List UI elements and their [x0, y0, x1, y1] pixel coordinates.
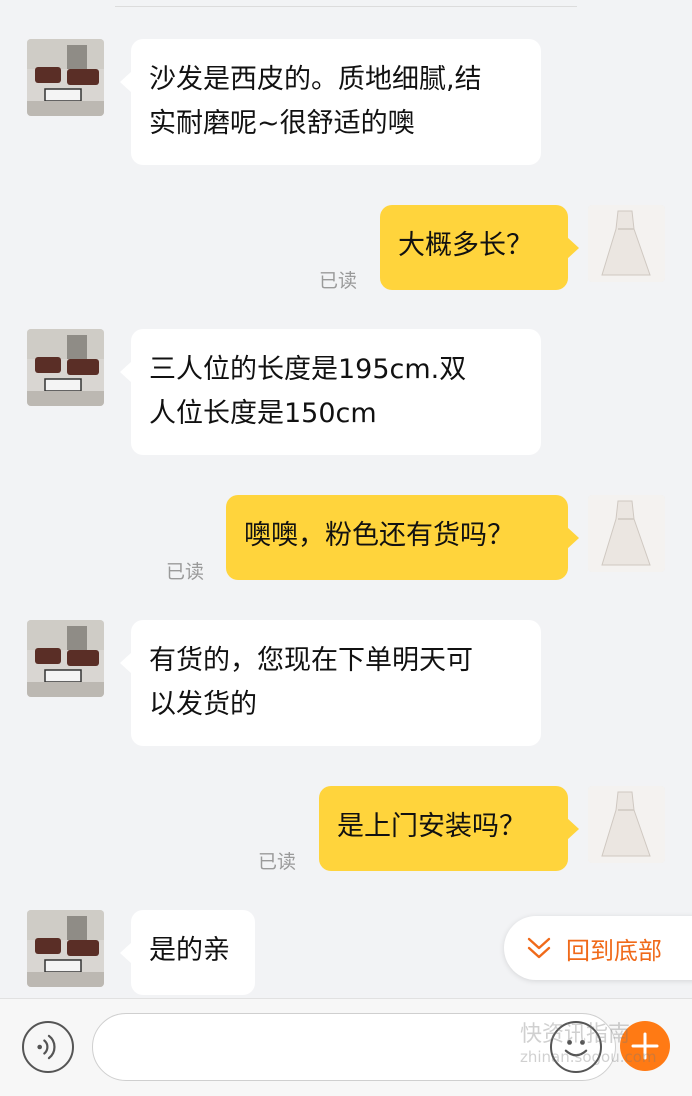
sofa-icon	[27, 910, 104, 987]
seller-avatar[interactable]	[27, 39, 104, 116]
seller-avatar[interactable]	[27, 620, 104, 697]
message-text: 沙发是西皮的。质地细腻,结	[149, 64, 482, 95]
message-bubble-seller: 有货的，您现在下单明天可 以发货的	[120, 620, 541, 746]
emoji-icon	[564, 1039, 588, 1057]
message-bubble-seller: 沙发是西皮的。质地细腻,结 实耐磨呢~很舒适的噢	[120, 39, 541, 165]
message-text: 是上门安装吗？	[337, 811, 526, 842]
message-text: 三人位的长度是195cm.双	[149, 354, 467, 385]
message-text: 人位长度是150cm	[149, 398, 377, 429]
message-bubble-user: 是上门安装吗？	[319, 786, 579, 871]
sofa-icon	[27, 620, 104, 697]
dress-icon	[588, 205, 665, 282]
message-bubble-seller: 三人位的长度是195cm.双 人位长度是150cm	[120, 329, 541, 455]
message-text: 大概多长？	[398, 230, 533, 261]
seller-avatar[interactable]	[27, 910, 104, 987]
message-bubble-user: 噢噢，粉色还有货吗？	[226, 495, 579, 580]
dress-icon	[588, 495, 665, 572]
message-input[interactable]	[92, 1013, 616, 1081]
voice-icon	[37, 1034, 56, 1060]
divider	[115, 6, 577, 7]
input-bar	[0, 998, 692, 1096]
message-bubble-seller: 是的亲	[120, 910, 255, 995]
sofa-icon	[27, 39, 104, 116]
seller-avatar[interactable]	[27, 329, 104, 406]
emoji-button[interactable]	[550, 1021, 602, 1073]
dress-icon	[588, 786, 665, 863]
message-text: 噢噢，粉色还有货吗？	[244, 520, 514, 551]
voice-button[interactable]	[22, 1021, 74, 1073]
message-text: 是的亲	[149, 935, 230, 966]
read-status: 已读	[319, 270, 358, 292]
read-status: 已读	[258, 851, 297, 873]
sofa-icon	[27, 329, 104, 406]
user-avatar[interactable]	[588, 495, 665, 572]
plus-icon	[631, 1032, 659, 1060]
plus-button[interactable]	[620, 1021, 670, 1071]
message-bubble-user: 大概多长？	[380, 205, 579, 290]
scroll-to-bottom-label: 回到底部	[566, 936, 662, 965]
message-text: 实耐磨呢~很舒适的噢	[149, 108, 415, 139]
double-chevron-down-icon	[527, 937, 551, 959]
message-text: 以发货的	[149, 689, 257, 720]
user-avatar[interactable]	[588, 205, 665, 282]
scroll-to-bottom-button[interactable]: 回到底部	[504, 916, 692, 980]
user-avatar[interactable]	[588, 786, 665, 863]
message-text: 有货的，您现在下单明天可	[149, 645, 473, 676]
read-status: 已读	[166, 561, 205, 583]
